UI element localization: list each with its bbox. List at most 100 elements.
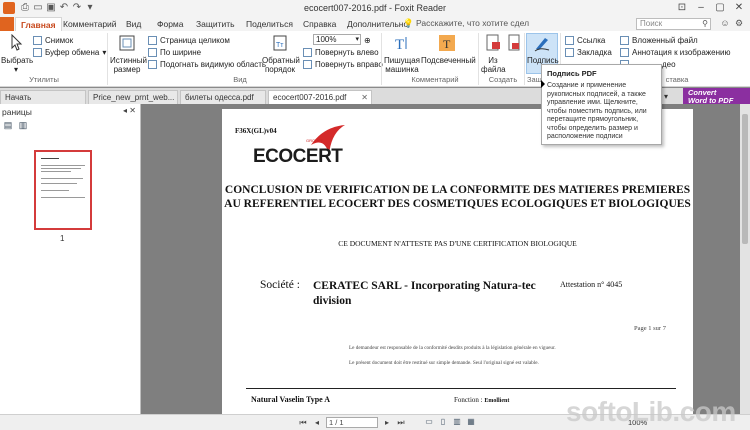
title-bar: ⎙ ▭ ▣ ↶ ↷ ▾ ecocert007-2016.pdf - Foxit … bbox=[0, 0, 750, 17]
rotate-right-button[interactable]: Повернуть вправо bbox=[303, 59, 383, 70]
view-mode-icons: ▭ ▯ ▥ ▦ bbox=[424, 417, 476, 426]
tab-start-label: Начать bbox=[5, 93, 32, 102]
disclaimer-2: Le présent document doit être restitué s… bbox=[349, 360, 539, 366]
ecocert-logo: ECOCERT bbox=[253, 146, 343, 167]
tab-help[interactable]: Справка bbox=[298, 17, 341, 31]
select-button[interactable]: Выбрать ▾ bbox=[1, 33, 33, 74]
bookmark-button[interactable]: Закладка bbox=[565, 47, 612, 58]
minimize-button[interactable]: – bbox=[694, 1, 708, 15]
tab-home[interactable]: Главная bbox=[15, 17, 62, 31]
from-file-label-2: файла bbox=[481, 65, 506, 74]
reverse-order-label-1: Обратный bbox=[262, 56, 300, 65]
last-page-icon[interactable]: ⏭ bbox=[396, 418, 406, 428]
snapshot-button[interactable]: Снимок bbox=[33, 35, 73, 46]
tab-list-button[interactable]: ▾ bbox=[660, 90, 680, 104]
settings-icon[interactable]: ⚙ bbox=[734, 18, 744, 29]
search-input[interactable]: Поиск ⚲ bbox=[636, 18, 711, 30]
continuous-facing-icon[interactable]: ▦ bbox=[466, 417, 476, 426]
first-page-icon[interactable]: ⏮ bbox=[298, 418, 308, 428]
panel-collapse-icon[interactable]: ◂ bbox=[123, 106, 127, 115]
zoom-select[interactable]: 100% ▾ bbox=[313, 34, 361, 45]
rotate-left-icon bbox=[303, 48, 312, 57]
maximize-button[interactable]: ▢ bbox=[713, 1, 727, 15]
document-view[interactable]: F36X(GL)v04 GROUPE ECOCERT CONCLUSION DE… bbox=[141, 104, 750, 414]
disclaimer-1: Le demandeur est responsable de la confo… bbox=[349, 345, 556, 351]
tab-start[interactable]: Начать bbox=[0, 90, 86, 104]
blank-page-button[interactable] bbox=[505, 34, 523, 56]
actual-size-label-2: размер bbox=[113, 65, 141, 74]
ribbon-separator bbox=[524, 33, 525, 85]
continuous-icon[interactable]: ▯ bbox=[438, 417, 448, 426]
page-options-icon[interactable]: ▤ bbox=[3, 120, 13, 130]
prev-page-icon[interactable]: ◂ bbox=[312, 418, 322, 427]
image-annotation-button[interactable]: Аннотация к изображению bbox=[620, 47, 730, 58]
tab-protect[interactable]: Защитить bbox=[191, 17, 240, 31]
fit-page-label: Страница целиком bbox=[160, 36, 230, 45]
facing-icon[interactable]: ▥ bbox=[452, 417, 462, 426]
from-file-button[interactable]: Из файла bbox=[481, 34, 506, 74]
highlight-button[interactable]: T Подсвеченный bbox=[421, 34, 476, 65]
vertical-scrollbar[interactable] bbox=[740, 104, 750, 414]
rotate-right-icon bbox=[303, 60, 312, 69]
fit-page-icon bbox=[148, 36, 157, 45]
single-page-icon[interactable]: ▭ bbox=[424, 417, 434, 426]
user-icon[interactable]: ☺ bbox=[720, 18, 730, 29]
window-controls: ⊡ – ▢ ✕ bbox=[675, 1, 746, 15]
bookmark-label: Закладка bbox=[577, 48, 612, 57]
thumbnail-zoom-icon[interactable]: ▥ bbox=[18, 120, 28, 130]
document-title: CONCLUSION DE VERIFICATION DE LA CONFORM… bbox=[224, 184, 691, 210]
svg-text:T: T bbox=[395, 37, 404, 52]
tab-share[interactable]: Поделиться bbox=[241, 17, 298, 31]
panel-close-icon[interactable]: ✕ bbox=[129, 106, 136, 115]
attestation-number: Attestation n° 4045 bbox=[560, 280, 623, 289]
document-ref: F36X(GL)v04 bbox=[235, 127, 277, 135]
typewriter-button[interactable]: T Пишущая машинка bbox=[384, 34, 420, 74]
thumb-line bbox=[41, 190, 69, 191]
convert-line-2: Word to PDF bbox=[688, 95, 734, 105]
tab-form[interactable]: Форма bbox=[152, 17, 189, 31]
pin-icon[interactable]: ⊡ bbox=[675, 1, 689, 15]
attachment-label: Вложенный файл bbox=[632, 36, 698, 45]
clipboard-icon bbox=[33, 48, 42, 57]
blank-page-icon bbox=[508, 34, 520, 51]
zoom-dropdown-icon: ▾ bbox=[355, 36, 359, 43]
page-thumbnail[interactable] bbox=[34, 150, 92, 230]
page-navigation: ⏮ ◂ 1 / 1 ▸ ⏭ bbox=[298, 417, 406, 428]
reverse-order-icon: Тт bbox=[273, 35, 287, 51]
link-button[interactable]: Ссылка bbox=[565, 35, 605, 46]
fit-page-button[interactable]: Страница целиком bbox=[148, 35, 230, 46]
function-field: Fonction : Emollient bbox=[454, 396, 509, 404]
zoom-in-button[interactable]: ⊕ bbox=[364, 35, 371, 46]
file-menu-button[interactable] bbox=[0, 17, 14, 31]
clipboard-button[interactable]: Буфер обмена ▾ bbox=[33, 47, 106, 58]
scrollbar-thumb[interactable] bbox=[742, 114, 748, 244]
reverse-order-button[interactable]: Тт Обратный порядок bbox=[262, 34, 300, 74]
tab-ecocert-pdf[interactable]: ecocert007-2016.pdf ✕ bbox=[268, 90, 372, 104]
fit-width-icon bbox=[148, 48, 157, 57]
page-number-input[interactable]: 1 / 1 bbox=[326, 417, 378, 428]
tab-comment[interactable]: Комментарий bbox=[58, 17, 122, 31]
rotate-left-button[interactable]: Повернуть влево bbox=[303, 47, 379, 58]
fit-width-button[interactable]: По ширине bbox=[148, 47, 201, 58]
search-icon[interactable]: ⚲ bbox=[702, 19, 708, 29]
actual-size-label-1: Истинный bbox=[110, 56, 147, 65]
fit-visible-button[interactable]: Подогнать видимую область bbox=[148, 59, 266, 70]
tab-view[interactable]: Вид bbox=[121, 17, 146, 31]
pdf-sign-button[interactable]: Подпись bbox=[527, 34, 559, 65]
clipboard-label: Буфер обмена bbox=[45, 48, 100, 57]
attachment-button[interactable]: Вложенный файл bbox=[620, 35, 698, 46]
tell-me-box[interactable]: 💡 Расскажите, что хотите сдел bbox=[403, 18, 529, 29]
panel-controls: ◂ ✕ bbox=[123, 106, 136, 115]
close-button[interactable]: ✕ bbox=[732, 1, 746, 15]
tab-price-pdf[interactable]: Price_new_prnt_web... bbox=[88, 90, 178, 104]
video-label: део bbox=[662, 60, 676, 69]
convert-banner[interactable]: Convert Word to PDF bbox=[683, 88, 750, 104]
watermark: softoLib.com bbox=[566, 396, 736, 427]
next-page-icon[interactable]: ▸ bbox=[382, 418, 392, 427]
close-tab-icon[interactable]: ✕ bbox=[361, 91, 368, 104]
tab-tickets-pdf[interactable]: билеты одесса.pdf bbox=[180, 90, 266, 104]
image-icon bbox=[620, 48, 629, 57]
thumb-line bbox=[41, 158, 59, 159]
product-name: Natural Vaselin Type A bbox=[251, 395, 331, 404]
actual-size-button[interactable]: Истинный размер bbox=[110, 34, 147, 74]
